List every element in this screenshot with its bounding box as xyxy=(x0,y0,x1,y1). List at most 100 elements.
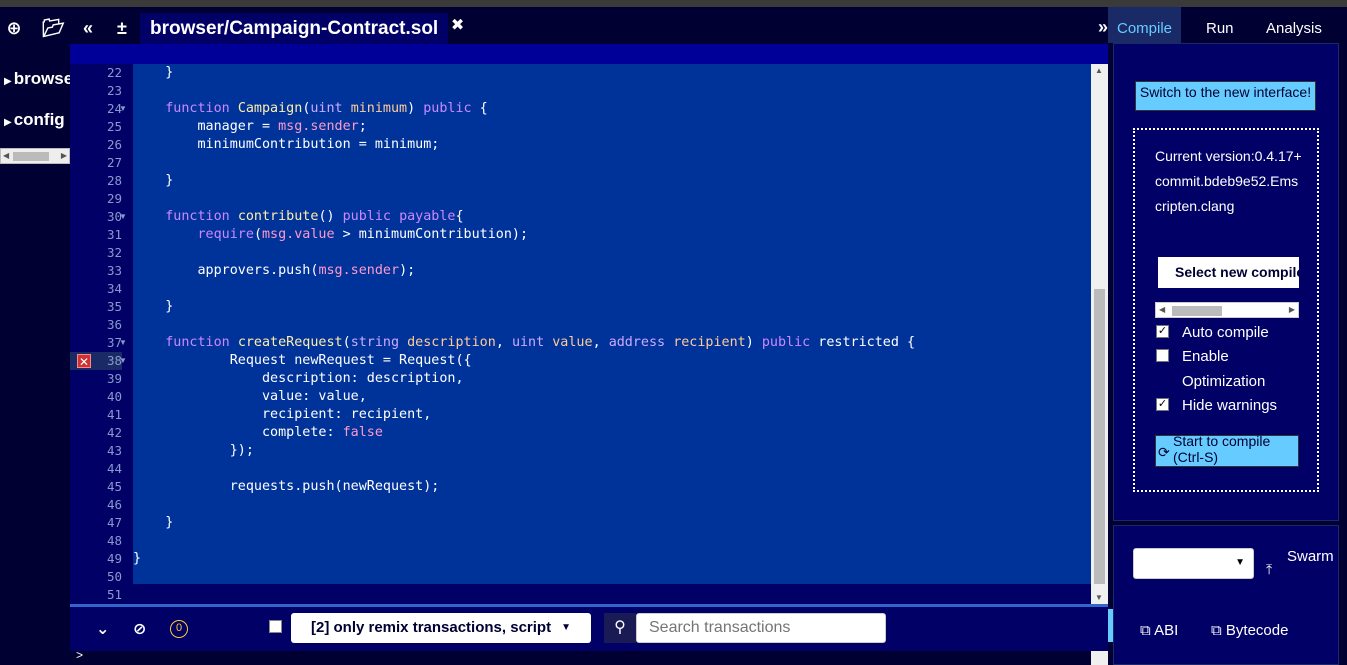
pending-transactions-badge[interactable]: 0 xyxy=(170,620,188,638)
tree-item-browser[interactable]: ▶browser xyxy=(4,69,70,89)
bytecode-button[interactable]: ⧉ Bytecode xyxy=(1211,622,1288,639)
file-explorer-panel: ⊕ 📂︎ « ± ▶browser ▶config ◀ ▶ xyxy=(0,7,127,665)
code-line: complete: false xyxy=(133,425,383,440)
arrow-left-icon[interactable]: ◀ xyxy=(1159,305,1165,314)
contract-select[interactable]: ▼ xyxy=(1133,548,1254,579)
fold-caret-icon[interactable]: ▼ xyxy=(119,208,127,226)
abi-button[interactable]: ⧉ ABI xyxy=(1140,622,1178,639)
enable-optimization-label: Enable Optimization xyxy=(1182,348,1266,390)
listen-network-checkbox[interactable] xyxy=(269,620,282,633)
line-number: 45 xyxy=(106,479,122,494)
collapse-left-icon[interactable]: « xyxy=(77,17,99,39)
line-number: 50 xyxy=(106,569,122,584)
enable-optimization-checkbox[interactable] xyxy=(1156,349,1169,362)
compiler-settings-hscrollbar[interactable]: ◀ ▶ xyxy=(1155,302,1299,318)
tab-analysis[interactable]: Analysis xyxy=(1266,20,1322,37)
caret-down-icon: ▼ xyxy=(1235,557,1245,568)
line-number: 37 xyxy=(106,335,122,350)
tab-campaign-contract[interactable]: browser/Campaign-Contract.sol ✖ xyxy=(140,13,464,44)
file-explorer-hscrollbar[interactable]: ◀ ▶ xyxy=(0,148,70,164)
chevron-down-double-icon[interactable]: ⌄ xyxy=(96,619,109,639)
folder-open-icon[interactable]: 📂︎ xyxy=(42,17,65,39)
error-marker-icon[interactable]: ✕ xyxy=(77,354,91,369)
terminal-scrollbar[interactable] xyxy=(1091,651,1108,665)
plus-icon[interactable]: ⊕ xyxy=(3,17,25,39)
line-number: 39 xyxy=(106,371,122,386)
editor-bottom-band xyxy=(133,584,1091,604)
expand-right-icon[interactable]: » xyxy=(1098,17,1108,38)
editor-vscrollbar[interactable]: ▲ ▼ xyxy=(1091,64,1108,604)
line-number: 33 xyxy=(106,263,122,278)
code-line: manager = msg.sender; xyxy=(133,119,367,134)
scroll-thumb[interactable] xyxy=(13,152,49,161)
tree-item-config[interactable]: ▶ config xyxy=(4,110,70,130)
search-transactions-input[interactable] xyxy=(636,613,886,643)
contract-details-box: ▼ ⤒ Swarm ⧉ ABI ⧉ Bytecode xyxy=(1113,525,1339,665)
scroll-thumb[interactable] xyxy=(1172,306,1222,316)
tree-item-label: browser xyxy=(13,69,70,88)
caret-right-icon: ▶ xyxy=(4,76,12,87)
start-compile-label: Start to compile (Ctrl-S) xyxy=(1173,435,1271,465)
fold-caret-icon[interactable]: ▼ xyxy=(119,334,127,352)
line-number: 31 xyxy=(106,227,122,242)
line-number: 35 xyxy=(106,299,122,314)
caret-right-icon: ▶ xyxy=(4,117,12,128)
select-compiler-version-dropdown[interactable]: Select new compiler version xyxy=(1158,257,1299,288)
arrow-left-icon[interactable]: ◀ xyxy=(3,151,9,160)
close-icon[interactable]: ✖ xyxy=(451,15,464,35)
line-number: 26 xyxy=(106,137,122,152)
clear-console-icon[interactable]: ⊘ xyxy=(133,619,146,639)
arrow-right-icon[interactable]: ▶ xyxy=(1289,305,1295,314)
line-number: 29 xyxy=(106,191,122,206)
fold-caret-icon[interactable]: ▼ xyxy=(119,100,127,118)
switch-interface-button[interactable]: Switch to the new interface! xyxy=(1135,81,1316,111)
auto-compile-checkbox[interactable]: ✓ xyxy=(1156,325,1169,338)
code-line: minimumContribution = minimum; xyxy=(133,137,440,152)
terminal-output[interactable]: > xyxy=(70,648,1108,665)
hide-warnings-checkbox[interactable]: ✓ xyxy=(1156,398,1169,411)
arrow-up-icon[interactable]: ▲ xyxy=(1095,66,1103,75)
transaction-filter-select[interactable]: [2] only remix transactions, script ▼ xyxy=(291,613,591,643)
code-line: function contribute() public payable{ xyxy=(165,209,464,224)
line-number: 32 xyxy=(106,245,122,260)
arrow-down-icon[interactable]: ▼ xyxy=(1095,593,1103,602)
tab-compile[interactable]: Compile xyxy=(1108,7,1182,43)
editor-top-band xyxy=(70,44,1108,64)
line-number-gutter: 22 23 24 ▼ 25 26 27 28 29 30 ▼ 31 32 33 34 35 36 37 ▼ 38 ▼ ✕ 3… xyxy=(70,64,133,604)
refresh-icon: ⟳ xyxy=(1158,444,1170,460)
terminal-toolbar: ⌄ ⊘ 0 [2] only remix transactions, scrip… xyxy=(70,604,1108,651)
line-number: 44 xyxy=(106,461,122,476)
right-panel-tabs: Compile Run Analysis xyxy=(1108,7,1347,43)
compiler-settings: Current version:0.4.17+commit.bdeb9e52.E… xyxy=(1133,128,1319,492)
bytecode-label: Bytecode xyxy=(1225,622,1289,639)
start-compile-button[interactable]: ⟳ Start to compile (Ctrl-S) xyxy=(1155,435,1299,467)
line-number: 25 xyxy=(106,119,122,134)
editor-tab-bar: browser/Campaign-Contract.sol ✖ » xyxy=(140,11,1108,44)
code-editor[interactable]: 22 23 24 ▼ 25 26 27 28 29 30 ▼ 31 32 33 34 35 36 37 ▼ 38 ▼ ✕ 3… xyxy=(70,44,1108,604)
line-number: 22 xyxy=(106,65,122,80)
tab-title: browser/Campaign-Contract.sol xyxy=(150,17,439,39)
plus-minus-icon[interactable]: ± xyxy=(111,17,133,39)
arrow-right-icon[interactable]: ▶ xyxy=(61,151,67,160)
code-area[interactable]: } function Campaign(uint minimum) public… xyxy=(133,64,1091,584)
code-line: } xyxy=(133,173,174,188)
search-icon[interactable]: ⚲ xyxy=(604,613,636,643)
fold-caret-icon[interactable]: ▼ xyxy=(119,352,127,370)
tab-run[interactable]: Run xyxy=(1206,20,1234,37)
scroll-thumb[interactable] xyxy=(1094,289,1105,584)
code-line: approvers.push(msg.sender); xyxy=(133,263,416,278)
swarm-label: Swarm xyxy=(1287,548,1334,565)
line-number: 36 xyxy=(106,317,122,332)
current-version-text: Current version:0.4.17+commit.bdeb9e52.E… xyxy=(1155,148,1302,214)
line-number: 24 xyxy=(106,101,122,116)
code-line: } xyxy=(133,65,174,80)
line-number: 41 xyxy=(106,407,122,422)
transaction-filter-label: [2] only remix transactions, script xyxy=(311,619,552,636)
window-top-strip xyxy=(0,0,1347,7)
code-line: } xyxy=(133,299,174,314)
line-number: 43 xyxy=(106,443,122,458)
copy-icon: ⧉ xyxy=(1211,622,1222,639)
line-number: 47 xyxy=(106,515,122,530)
line-number: 48 xyxy=(106,533,122,548)
code-line: function Campaign(uint minimum) public { xyxy=(165,101,488,116)
